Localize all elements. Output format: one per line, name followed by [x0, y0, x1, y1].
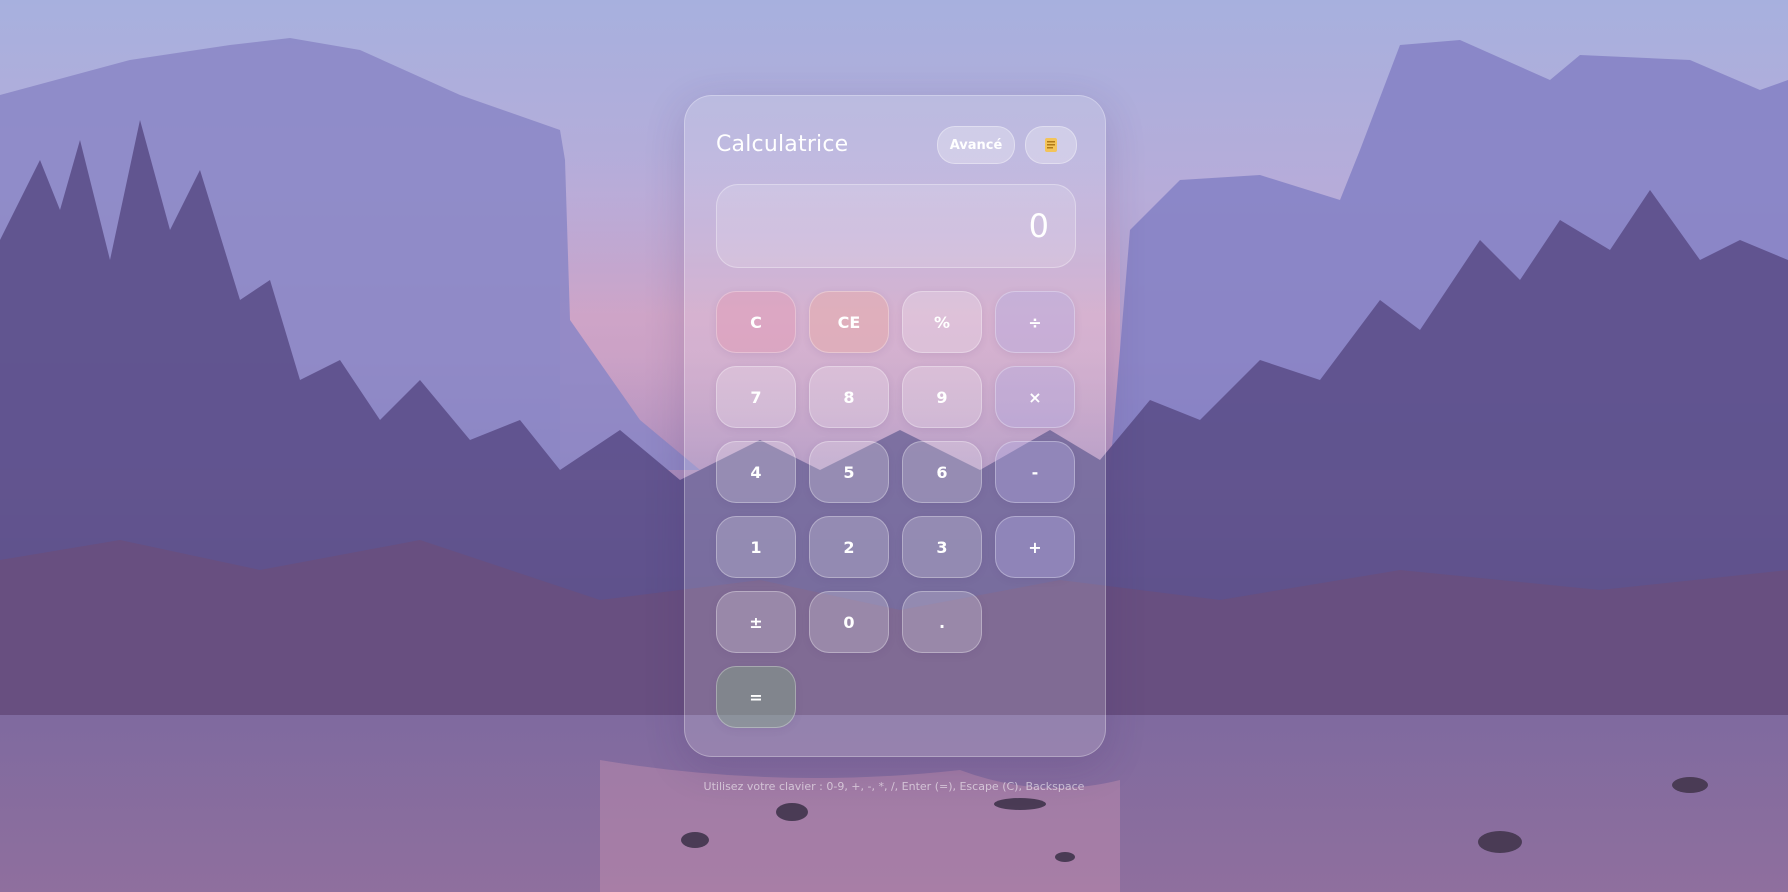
keyboard-hint: Utilisez votre clavier : 0-9, +, -, *, /… [703, 780, 1085, 793]
digit-5-button[interactable]: 5 [809, 441, 889, 503]
decimal-button[interactable]: . [902, 591, 982, 653]
digit-9-button[interactable]: 9 [902, 366, 982, 428]
divide-button[interactable]: ÷ [995, 291, 1075, 353]
clear-button[interactable]: C [716, 291, 796, 353]
digit-4-button[interactable]: 4 [716, 441, 796, 503]
advanced-mode-button[interactable]: Avancé [937, 126, 1015, 164]
digit-1-button[interactable]: 1 [716, 516, 796, 578]
multiply-button[interactable]: × [995, 366, 1075, 428]
digit-8-button[interactable]: 8 [809, 366, 889, 428]
add-button[interactable]: + [995, 516, 1075, 578]
display-value: 0 [1028, 207, 1049, 245]
digit-6-button[interactable]: 6 [902, 441, 982, 503]
digit-2-button[interactable]: 2 [809, 516, 889, 578]
digit-3-button[interactable]: 3 [902, 516, 982, 578]
history-icon [1045, 138, 1057, 152]
digit-0-button[interactable]: 0 [809, 591, 889, 653]
digit-7-button[interactable]: 7 [716, 366, 796, 428]
equals-button[interactable]: = [716, 666, 796, 728]
display-screen: 0 [716, 184, 1076, 268]
calculator-panel: Calculatrice Avancé 0 C CE % ÷ 7 8 9 × 4… [684, 95, 1106, 757]
app-title: Calculatrice [716, 132, 849, 157]
subtract-button[interactable]: - [995, 441, 1075, 503]
clear-entry-button[interactable]: CE [809, 291, 889, 353]
keypad: C CE % ÷ 7 8 9 × 4 5 6 - 1 2 3 + ± 0 . = [716, 291, 1076, 731]
plus-minus-button[interactable]: ± [716, 591, 796, 653]
history-button[interactable] [1025, 126, 1077, 164]
percent-button[interactable]: % [902, 291, 982, 353]
